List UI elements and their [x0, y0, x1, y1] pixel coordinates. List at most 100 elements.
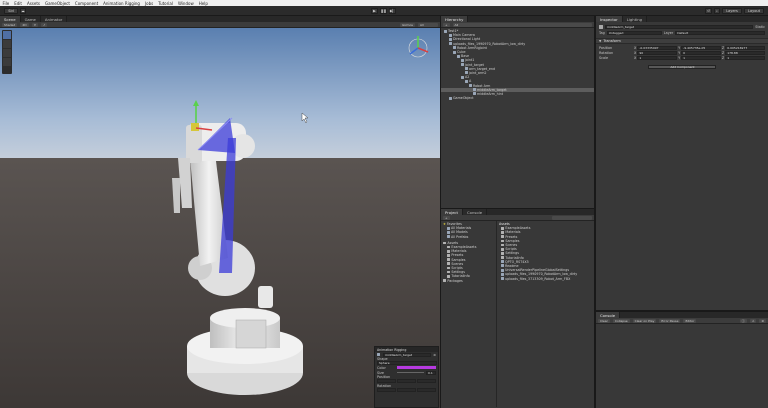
position-y[interactable]: -9.405735e-05 — [681, 45, 721, 50]
hierarchy-search[interactable]: All — [452, 22, 592, 27]
menu-edit[interactable]: Edit — [12, 1, 25, 6]
search-icon[interactable]: ⌕ — [714, 8, 720, 14]
tag-dropdown[interactable]: Untagged — [606, 31, 662, 35]
move-tool-icon[interactable] — [3, 40, 11, 48]
project-folder-tree: ★ Favorites All Materials All Models All … — [441, 221, 497, 407]
console-panel: Console Clear Collapse Clear on Play Err… — [596, 312, 768, 408]
gizmos-dropdown[interactable]: Gizmos — [399, 22, 415, 27]
target-object-icon — [377, 353, 380, 356]
history-icon[interactable]: ↺ — [705, 8, 712, 14]
transform-title: Transform — [603, 39, 621, 43]
overlay-rotation-x[interactable] — [377, 388, 396, 392]
rotate-tool-icon[interactable] — [3, 49, 11, 57]
console-warning-icon[interactable]: ⚠ — [749, 318, 757, 323]
tab-inspector[interactable]: Inspector — [596, 16, 623, 22]
position-x[interactable]: -0.03335997 — [637, 45, 678, 50]
project-panel: Project Console + ★ Favorites All Materia… — [441, 209, 594, 408]
hierarchy-panel: Hierarchy + All Test1* Main Camera Direc… — [441, 16, 594, 208]
menu-animation-rigging[interactable]: Animation Rigging — [101, 1, 143, 6]
project-search[interactable] — [552, 215, 592, 220]
console-info-icon[interactable]: ⓘ — [739, 318, 747, 323]
overlay-color-label: Color — [377, 365, 386, 370]
project-add-button[interactable]: + — [443, 215, 450, 220]
menu-assets[interactable]: Assets — [24, 1, 42, 6]
scale-z[interactable]: 1 — [725, 55, 765, 60]
hierarchy-row-gameobject[interactable]: GameObject — [441, 96, 594, 100]
favorite-all-prefabs[interactable]: All Prefabs — [441, 235, 496, 239]
scale-tool-icon[interactable] — [3, 58, 11, 66]
rotation-y[interactable]: 0 — [681, 50, 721, 55]
main-toolbar: Sid ☁ ▶ ❚❚ ▶▏ ↺ ⌕ Layers Layout — [0, 6, 768, 16]
scene-viewport[interactable]: Animation Rigging middleArm_target ⚙ Sha… — [0, 28, 440, 408]
static-toggle[interactable]: Static — [755, 25, 765, 29]
tab-console[interactable]: Console — [596, 312, 621, 318]
scale-x[interactable]: 1 — [637, 55, 678, 60]
layout-dropdown[interactable]: Layout — [744, 8, 764, 14]
scale-label: Scale — [599, 55, 609, 60]
lighting-toggle-icon[interactable]: ☀ — [31, 22, 39, 27]
menu-gameobject[interactable]: GameObject — [42, 1, 72, 6]
shading-dropdown[interactable]: Shaded — [2, 22, 18, 27]
scene-search[interactable]: All — [418, 22, 438, 27]
overlay-settings-icon[interactable]: ⚙ — [433, 353, 436, 357]
position-z[interactable]: 0.005216977 — [725, 45, 765, 50]
hierarchy-tree: Test1* Main Camera Directional Light upl… — [441, 28, 594, 100]
layers-dropdown[interactable]: Layers — [722, 8, 742, 14]
transform-expand-icon[interactable]: ▼ — [599, 39, 601, 43]
tab-hierarchy[interactable]: Hierarchy — [441, 16, 469, 22]
inspector-panel: Inspector Lighting middleArm_target Stat… — [596, 16, 768, 310]
transform-fields: Position X -0.03335997 Y -9.405735e-05 Z 0.… — [596, 44, 768, 61]
console-clear-on-play[interactable]: Clear on Play — [632, 318, 657, 323]
animation-rigging-overlay: Animation Rigging middleArm_target ⚙ Sha… — [374, 346, 439, 408]
project-file-list: Assets ExampleAssets Materials Presets S… — [497, 221, 594, 407]
console-clear-button[interactable]: Clear — [598, 318, 610, 323]
object-name-field[interactable]: middleArm_target — [605, 25, 754, 29]
tab-console-inactive[interactable]: Console — [463, 209, 488, 215]
packages-header[interactable]: Packages — [441, 278, 496, 283]
play-button[interactable]: ▶ — [371, 8, 378, 14]
console-error-icon[interactable]: ⊗ — [759, 318, 766, 323]
tag-label: Tag — [599, 31, 605, 35]
layer-dropdown[interactable]: Default — [675, 31, 765, 35]
overlay-position-z[interactable] — [417, 379, 436, 383]
tab-project[interactable]: Project — [441, 209, 463, 215]
menu-file[interactable]: File — [0, 1, 12, 6]
asset-robot-arm-fbx[interactable]: uploads_files_3713309_Robot_Arm_FBX — [497, 276, 594, 281]
overlay-rotation-z[interactable] — [417, 388, 436, 392]
tab-lighting[interactable]: Lighting — [622, 16, 648, 22]
rotation-x[interactable]: 90 — [637, 50, 678, 55]
menu-component[interactable]: Component — [72, 1, 100, 6]
rotation-label: Rotation — [599, 50, 614, 55]
account-dropdown[interactable]: Sid — [4, 8, 18, 14]
overlay-size-label: Size — [377, 370, 384, 375]
console-error-pause[interactable]: Error Pause — [659, 318, 681, 323]
overlay-position-x[interactable] — [377, 379, 396, 383]
menu-window[interactable]: Window — [175, 1, 196, 6]
menu-tutorial[interactable]: Tutorial — [156, 1, 176, 6]
layer-label: Layer — [663, 31, 674, 35]
console-editor-dropdown[interactable]: Editor — [683, 318, 697, 323]
menu-help[interactable]: Help — [196, 1, 210, 6]
menu-jobs[interactable]: Jobs — [142, 1, 155, 6]
hierarchy-add-button[interactable]: + — [443, 22, 450, 27]
position-label: Position — [599, 45, 613, 50]
2d-toggle[interactable]: 2D — [20, 22, 29, 27]
overlay-size-slider[interactable] — [397, 372, 424, 373]
overlay-position-y[interactable] — [397, 379, 416, 383]
hand-tool-icon[interactable] — [3, 31, 11, 39]
overlay-target-field[interactable]: middleArm_target — [383, 352, 432, 357]
active-checkbox[interactable] — [599, 25, 603, 29]
inspector-header: middleArm_target Static Tag Untagged Lay… — [596, 22, 768, 38]
overlay-rotation-y[interactable] — [397, 388, 416, 392]
cloud-icon[interactable]: ☁ — [20, 8, 26, 14]
scale-y[interactable]: 1 — [681, 55, 721, 60]
audio-toggle-icon[interactable]: ♪ — [41, 22, 48, 27]
scene-tool-palette — [2, 30, 12, 74]
add-component-button[interactable]: Add Component — [648, 65, 716, 69]
overlay-size-field[interactable]: 0.1 — [426, 370, 436, 375]
overlay-color-swatch[interactable] — [397, 366, 436, 369]
rotation-z[interactable]: 178.88 — [725, 50, 765, 55]
step-button[interactable]: ▶▏ — [389, 8, 396, 14]
console-collapse-button[interactable]: Collapse — [612, 318, 630, 323]
pause-button[interactable]: ❚❚ — [380, 8, 387, 14]
